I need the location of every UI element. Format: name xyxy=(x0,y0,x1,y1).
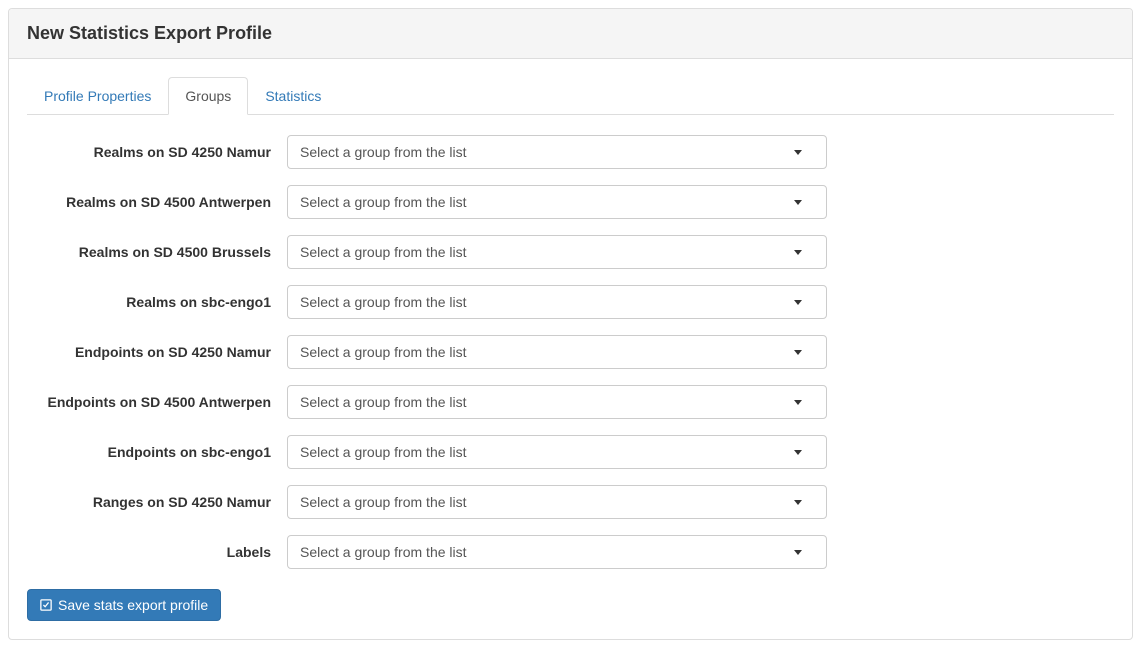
caret-down-icon xyxy=(794,550,802,555)
select-placeholder: Select a group from the list xyxy=(300,294,467,310)
form-row: Realms on sbc-engo1 Select a group from … xyxy=(27,285,1114,319)
tabs: Profile Properties Groups Statistics xyxy=(27,77,1114,115)
select-placeholder: Select a group from the list xyxy=(300,144,467,160)
group-select-realms-sd4250-namur[interactable]: Select a group from the list xyxy=(287,135,827,169)
caret-down-icon xyxy=(794,200,802,205)
select-placeholder: Select a group from the list xyxy=(300,494,467,510)
tab-link[interactable]: Profile Properties xyxy=(27,77,168,115)
field-label: Realms on SD 4500 Antwerpen xyxy=(27,194,287,210)
select-placeholder: Select a group from the list xyxy=(300,444,467,460)
field-label: Realms on sbc-engo1 xyxy=(27,294,287,310)
group-select-labels[interactable]: Select a group from the list xyxy=(287,535,827,569)
caret-down-icon xyxy=(794,500,802,505)
panel-body: Profile Properties Groups Statistics Rea… xyxy=(9,59,1132,639)
form-row: Endpoints on sbc-engo1 Select a group fr… xyxy=(27,435,1114,469)
caret-down-icon xyxy=(794,400,802,405)
form-row: Realms on SD 4250 Namur Select a group f… xyxy=(27,135,1114,169)
caret-down-icon xyxy=(794,300,802,305)
tab-profile-properties[interactable]: Profile Properties xyxy=(27,77,168,115)
group-select-endpoints-sbc-engo1[interactable]: Select a group from the list xyxy=(287,435,827,469)
form: Realms on SD 4250 Namur Select a group f… xyxy=(27,135,1114,569)
caret-down-icon xyxy=(794,150,802,155)
group-select-endpoints-sd4500-antwerpen[interactable]: Select a group from the list xyxy=(287,385,827,419)
select-placeholder: Select a group from the list xyxy=(300,544,467,560)
form-row: Labels Select a group from the list xyxy=(27,535,1114,569)
group-select-endpoints-sd4250-namur[interactable]: Select a group from the list xyxy=(287,335,827,369)
field-label: Endpoints on SD 4500 Antwerpen xyxy=(27,394,287,410)
tab-link[interactable]: Statistics xyxy=(248,77,338,115)
field-label: Ranges on SD 4250 Namur xyxy=(27,494,287,510)
form-row: Realms on SD 4500 Antwerpen Select a gro… xyxy=(27,185,1114,219)
group-select-realms-sd4500-antwerpen[interactable]: Select a group from the list xyxy=(287,185,827,219)
form-row: Endpoints on SD 4500 Antwerpen Select a … xyxy=(27,385,1114,419)
save-button-label: Save stats export profile xyxy=(58,597,208,613)
field-label: Realms on SD 4250 Namur xyxy=(27,144,287,160)
tab-link[interactable]: Groups xyxy=(168,77,248,115)
check-square-icon xyxy=(40,599,52,611)
caret-down-icon xyxy=(794,450,802,455)
page-title: New Statistics Export Profile xyxy=(27,23,1114,44)
select-placeholder: Select a group from the list xyxy=(300,244,467,260)
group-select-ranges-sd4250-namur[interactable]: Select a group from the list xyxy=(287,485,827,519)
group-select-realms-sd4500-brussels[interactable]: Select a group from the list xyxy=(287,235,827,269)
form-row: Endpoints on SD 4250 Namur Select a grou… xyxy=(27,335,1114,369)
field-label: Realms on SD 4500 Brussels xyxy=(27,244,287,260)
field-label: Labels xyxy=(27,544,287,560)
panel-heading: New Statistics Export Profile xyxy=(9,9,1132,59)
form-row: Ranges on SD 4250 Namur Select a group f… xyxy=(27,485,1114,519)
caret-down-icon xyxy=(794,350,802,355)
caret-down-icon xyxy=(794,250,802,255)
select-placeholder: Select a group from the list xyxy=(300,194,467,210)
tab-groups[interactable]: Groups xyxy=(168,77,248,115)
group-select-realms-sbc-engo1[interactable]: Select a group from the list xyxy=(287,285,827,319)
form-row: Realms on SD 4500 Brussels Select a grou… xyxy=(27,235,1114,269)
select-placeholder: Select a group from the list xyxy=(300,344,467,360)
export-profile-panel: New Statistics Export Profile Profile Pr… xyxy=(8,8,1133,640)
select-placeholder: Select a group from the list xyxy=(300,394,467,410)
tab-statistics[interactable]: Statistics xyxy=(248,77,338,115)
field-label: Endpoints on SD 4250 Namur xyxy=(27,344,287,360)
field-label: Endpoints on sbc-engo1 xyxy=(27,444,287,460)
